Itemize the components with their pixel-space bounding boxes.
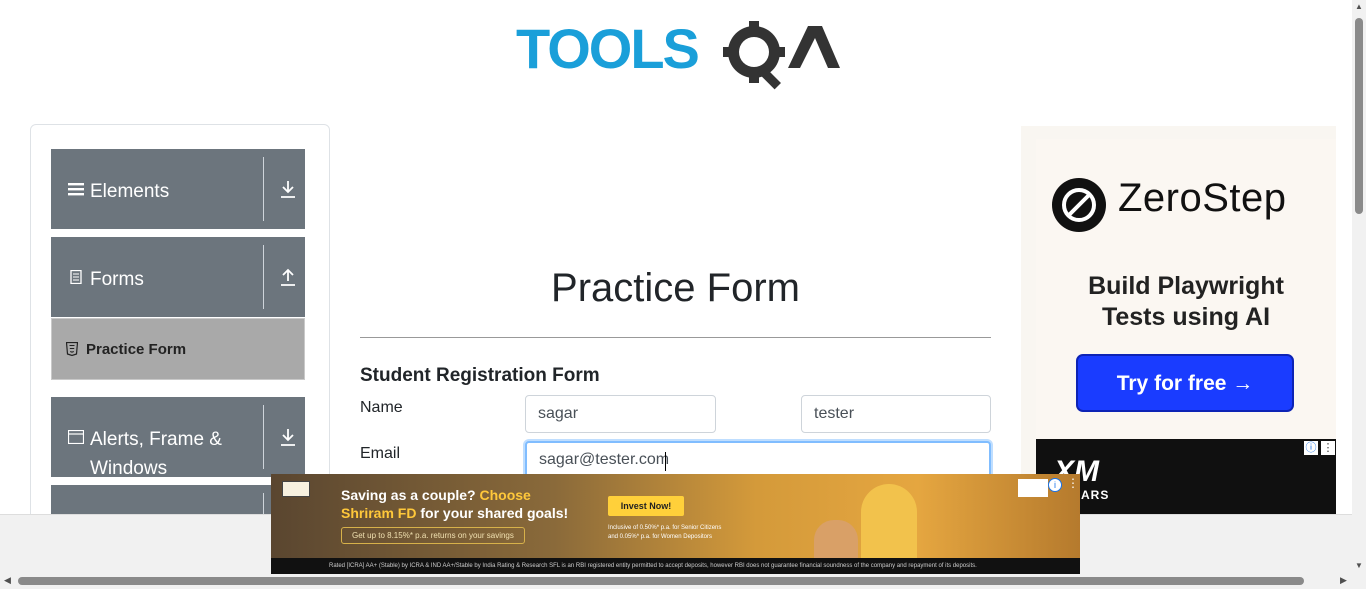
ad-headline-part: for your shared goals! [416,505,569,521]
sidebar-group-title: Elements [90,181,170,202]
ad-tagline-text: Build Playwright Tests using AI [1088,272,1284,331]
scroll-up-icon[interactable]: ▲ [1355,2,1363,11]
xm-ad[interactable]: XM EARS ⓘ ⋮ [1036,439,1336,514]
window-icon [68,430,84,444]
ad-headline-part: Shriram FD [341,505,417,521]
scrollbar-thumb[interactable] [1355,18,1363,214]
divider [263,157,264,221]
scroll-right-icon[interactable]: ▶ [1340,575,1347,586]
scroll-down-icon[interactable]: ▼ [1355,561,1363,570]
ad-menu-icon[interactable]: ⋮ [1321,441,1335,455]
upload-arrow-icon[interactable] [279,267,297,287]
first-name-input[interactable] [525,395,716,433]
zerostep-logo-icon [1052,178,1106,232]
ad-person-image [814,520,858,560]
ad-fine-line: and 0.05%* p.a. for Women Depositors [608,534,712,540]
divider [263,405,264,469]
left-sidebar: Elements Forms Practice Form Alerts, Fra… [30,124,330,526]
shriram-corner-logo [1018,479,1048,497]
ad-headline-2: Shriram FD for your shared goals! [341,505,568,521]
right-advertisement[interactable]: ZeroStep Build Playwright Tests using AI… [1021,126,1336,514]
html5-icon [66,342,78,356]
ad-brand: ZeroStep [1118,176,1287,220]
divider [263,245,264,309]
svg-text:TOOLS: TOOLS [516,17,699,80]
ad-headline-part: Saving as a couple? [341,487,480,503]
sidebar-group-title: Alerts, Frame & Windows [90,429,222,479]
scrollbar-thumb[interactable] [18,577,1304,585]
name-label: Name [360,399,403,416]
bottom-advertisement[interactable]: Saving as a couple? Choose Shriram FD fo… [271,474,1080,574]
text-cursor [665,452,666,471]
shriram-brand-icon [282,481,310,497]
sidebar-group-elements[interactable]: Elements [51,149,305,229]
ad-fine-print: Inclusive of 0.50%* p.a. for Senior Citi… [608,524,721,542]
page-title: Practice Form [551,266,800,310]
ad-person-image [861,484,917,560]
sidebar-group-forms[interactable]: Forms [51,237,305,317]
ad-menu-icon[interactable]: ⋮ [1067,476,1079,490]
last-name-input[interactable] [801,395,991,433]
horizontal-scrollbar[interactable]: ◀ ▶ [0,574,1366,589]
ad-info-icon[interactable]: ⓘ [1304,441,1318,455]
invest-now-button[interactable]: Invest Now! [608,496,684,516]
ad-fine-line: Inclusive of 0.50%* p.a. for Senior Citi… [608,525,722,531]
list-icon [68,183,84,196]
try-for-free-button[interactable]: Try for free → [1076,354,1294,412]
download-arrow-icon[interactable] [279,427,297,447]
sidebar-item-practice-form[interactable]: Practice Form [51,318,305,380]
vertical-scrollbar[interactable]: ▲ ▼ [1352,0,1366,574]
document-icon [70,270,82,284]
sidebar-item-label: Practice Form [86,341,187,358]
ad-info-icon[interactable]: i [1048,478,1062,492]
ad-headline-part: Choose [479,487,531,503]
ad-tagline: Build Playwright Tests using AI [1036,271,1336,333]
scroll-left-icon[interactable]: ◀ [4,575,11,586]
title-divider [360,337,991,338]
ad-headline-1: Saving as a couple? Choose [341,487,531,503]
form-title: Student Registration Form [360,365,600,386]
ad-returns-pill: Get up to 8.15%* p.a. returns on your sa… [341,527,525,544]
sidebar-group-alerts[interactable]: Alerts, Frame & Windows [51,397,305,479]
email-label: Email [360,445,401,462]
download-arrow-icon[interactable] [279,179,297,199]
toolsqa-logo[interactable]: TOOLS [516,16,840,90]
ad-footer: Rated [ICRA] AA+ (Stable) by ICRA & IND … [271,558,1080,574]
sidebar-group-title: Forms [90,269,144,290]
zerostep-ad[interactable]: ZeroStep Build Playwright Tests using AI… [1036,139,1336,439]
